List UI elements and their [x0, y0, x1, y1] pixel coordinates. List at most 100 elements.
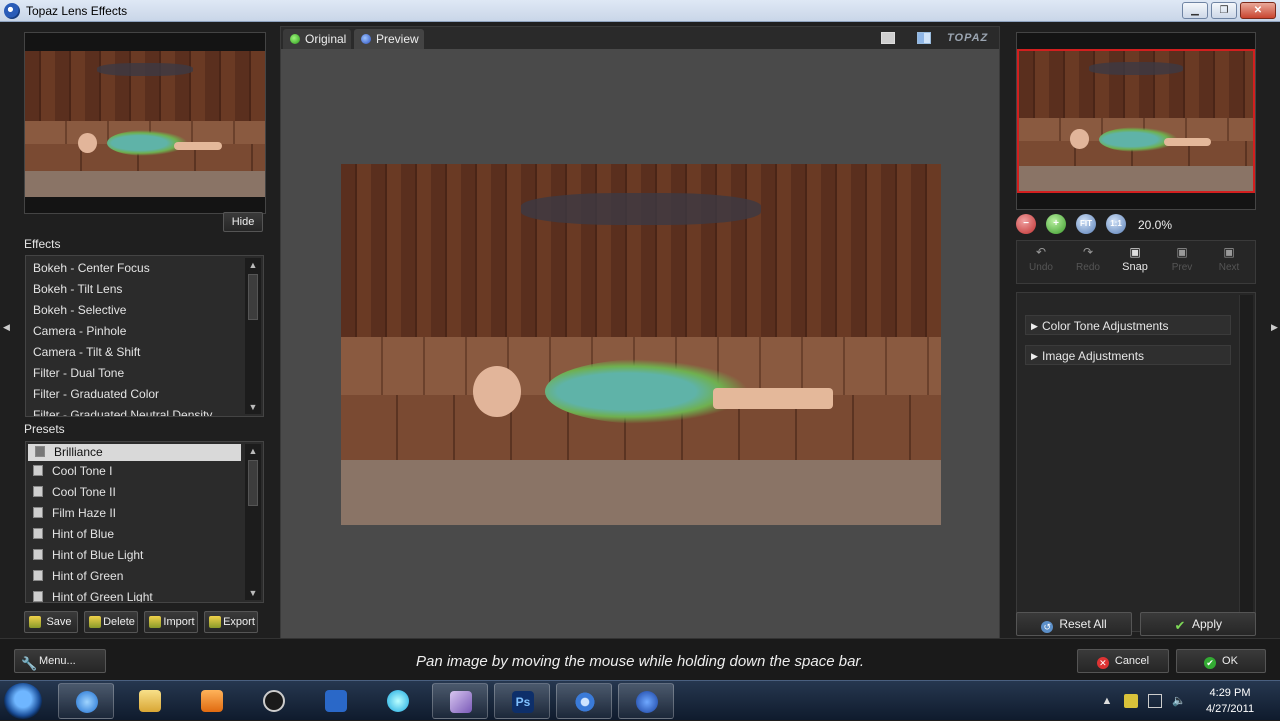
- taskbar-task-app[interactable]: [308, 683, 364, 719]
- taskbar-flower-app[interactable]: [556, 683, 612, 719]
- prev-icon: ▣: [1176, 245, 1188, 259]
- zoom-in-icon[interactable]: +: [1046, 214, 1066, 234]
- zoom-actual-size-icon[interactable]: 1:1: [1106, 214, 1126, 234]
- expand-icon: ▶: [1031, 321, 1038, 331]
- maximize-button[interactable]: ❐: [1211, 2, 1237, 19]
- hide-button[interactable]: Hide: [223, 212, 263, 232]
- taskbar-globe-app[interactable]: [370, 683, 426, 719]
- reset-icon: ↺: [1041, 621, 1054, 633]
- adjustments-scrollbar[interactable]: [1239, 295, 1253, 629]
- effect-list-item[interactable]: Bokeh - Tilt Lens: [26, 279, 263, 300]
- preset-list-item[interactable]: Hint of Green: [26, 566, 263, 587]
- internet-explorer-icon: [76, 691, 98, 713]
- effects-scrollbar[interactable]: ▲ ▼: [245, 258, 261, 414]
- windows-taskbar: Ps ▲ 🔈 4:29 PM 4/27/2011: [0, 680, 1280, 720]
- menu-button[interactable]: 🔧 Menu...: [14, 649, 106, 673]
- media-player-icon: [201, 690, 223, 712]
- scroll-down-icon[interactable]: ▼: [245, 586, 261, 600]
- effect-list-item[interactable]: Camera - Pinhole: [26, 321, 263, 342]
- effect-list-item[interactable]: Bokeh - Center Focus: [26, 258, 263, 279]
- taskbar-file-explorer[interactable]: [122, 683, 178, 719]
- effect-list-item[interactable]: Camera - Tilt & Shift: [26, 342, 263, 363]
- effect-list-item[interactable]: Filter - Graduated Color: [26, 384, 263, 405]
- reset-all-button[interactable]: ↺ Reset All: [1016, 612, 1132, 636]
- preset-actions: Save Delete Import Export: [24, 611, 264, 633]
- history-label: Snap: [1122, 261, 1148, 273]
- export-button[interactable]: Export: [204, 611, 258, 633]
- presets-scrollbar[interactable]: ▲ ▼: [245, 444, 261, 600]
- apply-button[interactable]: ✔ Apply: [1140, 612, 1256, 636]
- tab-original[interactable]: Original: [283, 29, 351, 49]
- taskbar-photoshop[interactable]: Ps: [494, 683, 550, 719]
- effect-list-item[interactable]: Bokeh - Selective: [26, 300, 263, 321]
- effect-thumbnail: [24, 32, 266, 214]
- minimize-button[interactable]: ▁: [1182, 2, 1208, 19]
- taskbar-media-player[interactable]: [184, 683, 240, 719]
- tab-preview[interactable]: Preview: [354, 29, 424, 49]
- ok-button[interactable]: ✔ OK: [1176, 649, 1266, 673]
- history-label: Prev: [1171, 262, 1193, 273]
- security-icon[interactable]: [1124, 694, 1138, 708]
- preset-list-item[interactable]: Hint of Blue Light: [26, 545, 263, 566]
- image-adjustments[interactable]: ▶ Image Adjustments: [1025, 345, 1231, 365]
- collapse-left-icon[interactable]: ◀: [3, 322, 13, 333]
- import-icon: [149, 616, 161, 628]
- volume-icon[interactable]: 🔈: [1172, 694, 1186, 708]
- adjustments-panel: ▶ Color Tone Adjustments ▶ Image Adjustmen…: [1016, 292, 1256, 632]
- navigator-image[interactable]: [1017, 49, 1255, 193]
- preset-list-item[interactable]: Hint of Green Light: [26, 587, 263, 602]
- redo-button[interactable]: ↷ Redo: [1068, 245, 1108, 281]
- single-view-icon[interactable]: [881, 32, 895, 44]
- scroll-up-icon[interactable]: ▲: [245, 258, 261, 272]
- undo-button[interactable]: ↶ Undo: [1021, 245, 1061, 281]
- export-icon: [209, 616, 221, 628]
- taskbar-photo-app[interactable]: [432, 683, 488, 719]
- split-view-icon[interactable]: [917, 32, 931, 44]
- view-tabbar: Original Preview TOPAZ: [281, 27, 999, 49]
- taskbar-clock[interactable]: 4:29 PM 4/27/2011: [1190, 685, 1270, 717]
- zoom-out-icon[interactable]: −: [1016, 214, 1036, 234]
- effect-list-item[interactable]: Filter - Dual Tone: [26, 363, 263, 384]
- preset-list-item[interactable]: Hint of Blue: [26, 524, 263, 545]
- preset-list-item[interactable]: Cool Tone II: [26, 482, 263, 503]
- preset-list-item[interactable]: Film Haze II: [26, 503, 263, 524]
- undo-icon: ↶: [1035, 245, 1047, 259]
- topaz-icon: [636, 691, 658, 713]
- cancel-icon: ✕: [1096, 657, 1109, 669]
- presets-label: Presets: [24, 422, 65, 436]
- history-label: Redo: [1076, 262, 1100, 273]
- scroll-thumb[interactable]: [248, 274, 258, 320]
- presets-list[interactable]: Brilliance Cool Tone I Cool Tone II Film Ha…: [25, 441, 264, 603]
- preset-list-item[interactable]: Cool Tone I: [26, 461, 263, 482]
- taskbar-hp-app[interactable]: [246, 683, 302, 719]
- close-button[interactable]: ✕: [1240, 2, 1276, 19]
- zoom-controls: − + FIT 1:1 20.0%: [1016, 212, 1256, 236]
- network-icon[interactable]: [1148, 694, 1162, 708]
- delete-icon: [89, 616, 101, 628]
- status-hint: Pan image by moving the mouse while hold…: [415, 653, 865, 670]
- taskbar-internet-explorer[interactable]: [58, 683, 114, 719]
- preset-list-item[interactable]: Brilliance: [28, 444, 241, 461]
- taskbar-topaz-app[interactable]: [618, 683, 674, 719]
- scroll-up-icon[interactable]: ▲: [245, 444, 261, 458]
- collapse-right-icon[interactable]: ▶: [1271, 322, 1280, 333]
- scroll-down-icon[interactable]: ▼: [245, 400, 261, 414]
- save-button[interactable]: Save: [24, 611, 78, 633]
- cancel-button[interactable]: ✕ Cancel: [1077, 649, 1169, 673]
- import-button[interactable]: Import: [144, 611, 198, 633]
- delete-button[interactable]: Delete: [84, 611, 138, 633]
- show-hidden-icons[interactable]: ▲: [1100, 694, 1114, 708]
- main-preview-image[interactable]: [341, 164, 941, 525]
- snap-button[interactable]: ▣ Snap: [1115, 245, 1155, 281]
- ok-icon: ✔: [1204, 657, 1217, 669]
- effects-list[interactable]: Bokeh - Center Focus Bokeh - Tilt Lens Bok…: [25, 255, 264, 417]
- preset-label: Brilliance: [54, 445, 103, 459]
- color-tone-adjustments[interactable]: ▶ Color Tone Adjustments: [1025, 315, 1231, 335]
- effect-list-item[interactable]: Filter - Graduated Neutral Density: [26, 405, 263, 416]
- start-button[interactable]: [4, 683, 42, 719]
- zoom-fit-icon[interactable]: FIT: [1076, 214, 1096, 234]
- preset-file-icon: [33, 591, 43, 602]
- next-button[interactable]: ▣ Next: [1209, 245, 1249, 281]
- prev-button[interactable]: ▣ Prev: [1162, 245, 1202, 281]
- scroll-thumb[interactable]: [248, 460, 258, 506]
